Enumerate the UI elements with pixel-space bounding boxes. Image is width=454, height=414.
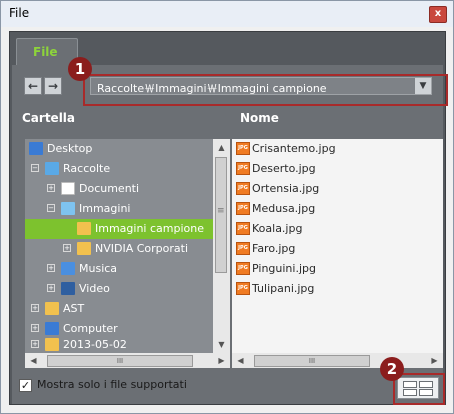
jpg-file-icon: JPG [236,162,250,175]
expand-toggle[interactable]: + [31,304,39,312]
tree-item-immagini[interactable]: − Immagini [25,199,223,219]
supported-files-label: Mostra solo i file supportati [37,378,187,391]
file-name: Deserto.jpg [252,162,316,175]
jpg-file-icon: JPG [236,222,250,235]
scroll-thumb[interactable]: ≡ [215,157,227,273]
path-highlight-box [83,74,448,106]
window-title: File [9,6,30,20]
tree-item-label: NVIDIA Corporati [95,242,189,255]
expand-toggle[interactable]: + [47,264,55,272]
tree-horizontal-scrollbar[interactable]: ◀ III ▶ [25,353,230,368]
tree-item-2013-05-02[interactable]: + 2013-05-02 [25,335,223,353]
file-name: Ortensia.jpg [252,182,320,195]
expand-toggle[interactable]: + [31,340,39,348]
music-icon [61,262,75,275]
pictures-icon [61,202,75,215]
desktop-icon [29,142,43,155]
tree-item-label: Video [79,282,110,295]
file-name: Crisantemo.jpg [252,142,336,155]
file-name: Faro.jpg [252,242,296,255]
user-folder-icon [45,302,59,315]
file-list[interactable]: JPG Crisantemo.jpg JPG Deserto.jpg JPG O… [232,139,443,353]
tree-item-label: Raccolte [63,162,111,175]
expand-toggle[interactable]: + [63,244,71,252]
tab-file-label: File [33,45,58,59]
file-dialog: File x File ← → Raccolte￦Immagini￦Immagi… [0,0,454,414]
view-button-highlight-box [393,373,445,405]
tree-vertical-scrollbar[interactable]: ▲ ≡ ▼ [213,139,230,353]
folder-icon [77,222,91,235]
expand-toggle[interactable]: + [47,184,55,192]
tree-item-label: Musica [79,262,118,275]
tree-item-label: Documenti [79,182,140,195]
tree-item-label: Immagini campione [95,222,204,235]
jpg-file-icon: JPG [236,142,250,155]
tree-item-nvidia[interactable]: + NVIDIA Corporati [25,239,223,259]
column-header-name: Nome [240,111,279,125]
tree-item-raccolte[interactable]: − Raccolte [25,159,223,179]
tree-item-immagini-campione[interactable]: Immagini campione [25,219,223,239]
column-header-folder: Cartella [22,111,76,125]
jpg-file-icon: JPG [236,242,250,255]
tab-file[interactable]: File [16,38,78,66]
expand-toggle[interactable]: + [47,284,55,292]
horizontal-scroll-thumb[interactable]: III [47,355,193,367]
scroll-up-arrow[interactable]: ▲ [213,139,230,156]
tree-item-label: Immagini [79,202,131,215]
expand-toggle[interactable]: + [31,324,39,332]
thumb-grip-icon: ≡ [217,206,225,216]
collapse-toggle[interactable]: − [31,164,39,172]
computer-icon [45,322,59,335]
tree-item-label: Desktop [47,142,93,155]
tree-item-label: Computer [63,322,118,335]
title-bar: File x [1,1,453,27]
documents-icon [61,182,75,195]
files-horizontal-scrollbar[interactable]: ◀ III ▶ [232,353,443,368]
collapse-toggle[interactable]: − [47,204,55,212]
folder-icon [77,242,91,255]
tree-item-video[interactable]: + Video [25,279,223,299]
tree-item-label: 2013-05-02 [63,338,127,351]
tree-item-documenti[interactable]: + Documenti [25,179,223,199]
callout-marker-1: 1 [68,57,92,81]
jpg-file-icon: JPG [236,182,250,195]
video-icon [61,282,75,295]
jpg-file-icon: JPG [236,262,250,275]
scroll-left-arrow[interactable]: ◀ [25,352,42,369]
callout-marker-2: 2 [380,357,404,381]
scroll-right-arrow[interactable]: ▶ [426,352,443,369]
folder-icon [45,338,59,351]
tree-item-musica[interactable]: + Musica [25,259,223,279]
horizontal-scroll-thumb[interactable]: III [254,355,370,367]
supported-files-checkbox[interactable]: ✓ [19,379,32,392]
jpg-file-icon: JPG [236,282,250,295]
tree-item-ast[interactable]: + AST [25,299,223,319]
back-button[interactable]: ← [24,77,42,95]
tree-item-label: AST [63,302,85,315]
close-button[interactable]: x [429,6,447,23]
file-name: Tulipani.jpg [252,282,315,295]
tree-item-desktop[interactable]: Desktop [25,139,223,159]
scroll-left-arrow[interactable]: ◀ [232,352,249,369]
jpg-file-icon: JPG [236,202,250,215]
scroll-right-arrow[interactable]: ▶ [213,352,230,369]
library-icon [45,162,59,175]
scroll-down-arrow[interactable]: ▼ [213,336,230,353]
file-name: Medusa.jpg [252,202,316,215]
forward-button[interactable]: → [44,77,62,95]
file-name: Pinguini.jpg [252,262,316,275]
folder-tree[interactable]: Desktop − Raccolte + Documenti − Immagin… [25,139,230,353]
file-name: Koala.jpg [252,222,303,235]
